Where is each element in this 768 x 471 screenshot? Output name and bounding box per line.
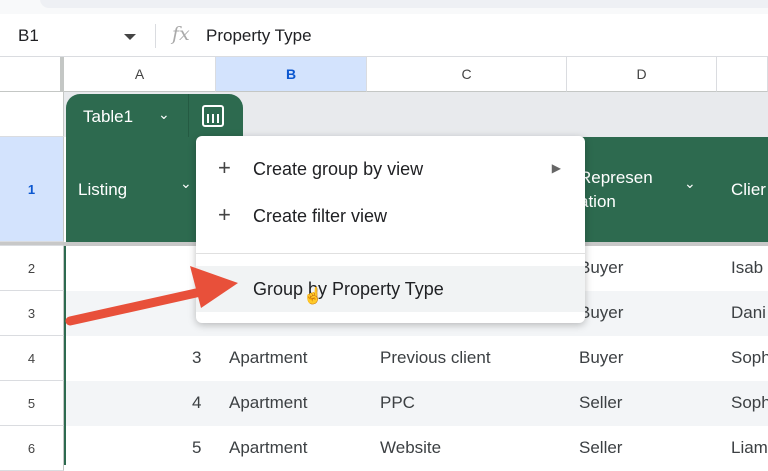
annotation-arrow — [65, 266, 238, 326]
